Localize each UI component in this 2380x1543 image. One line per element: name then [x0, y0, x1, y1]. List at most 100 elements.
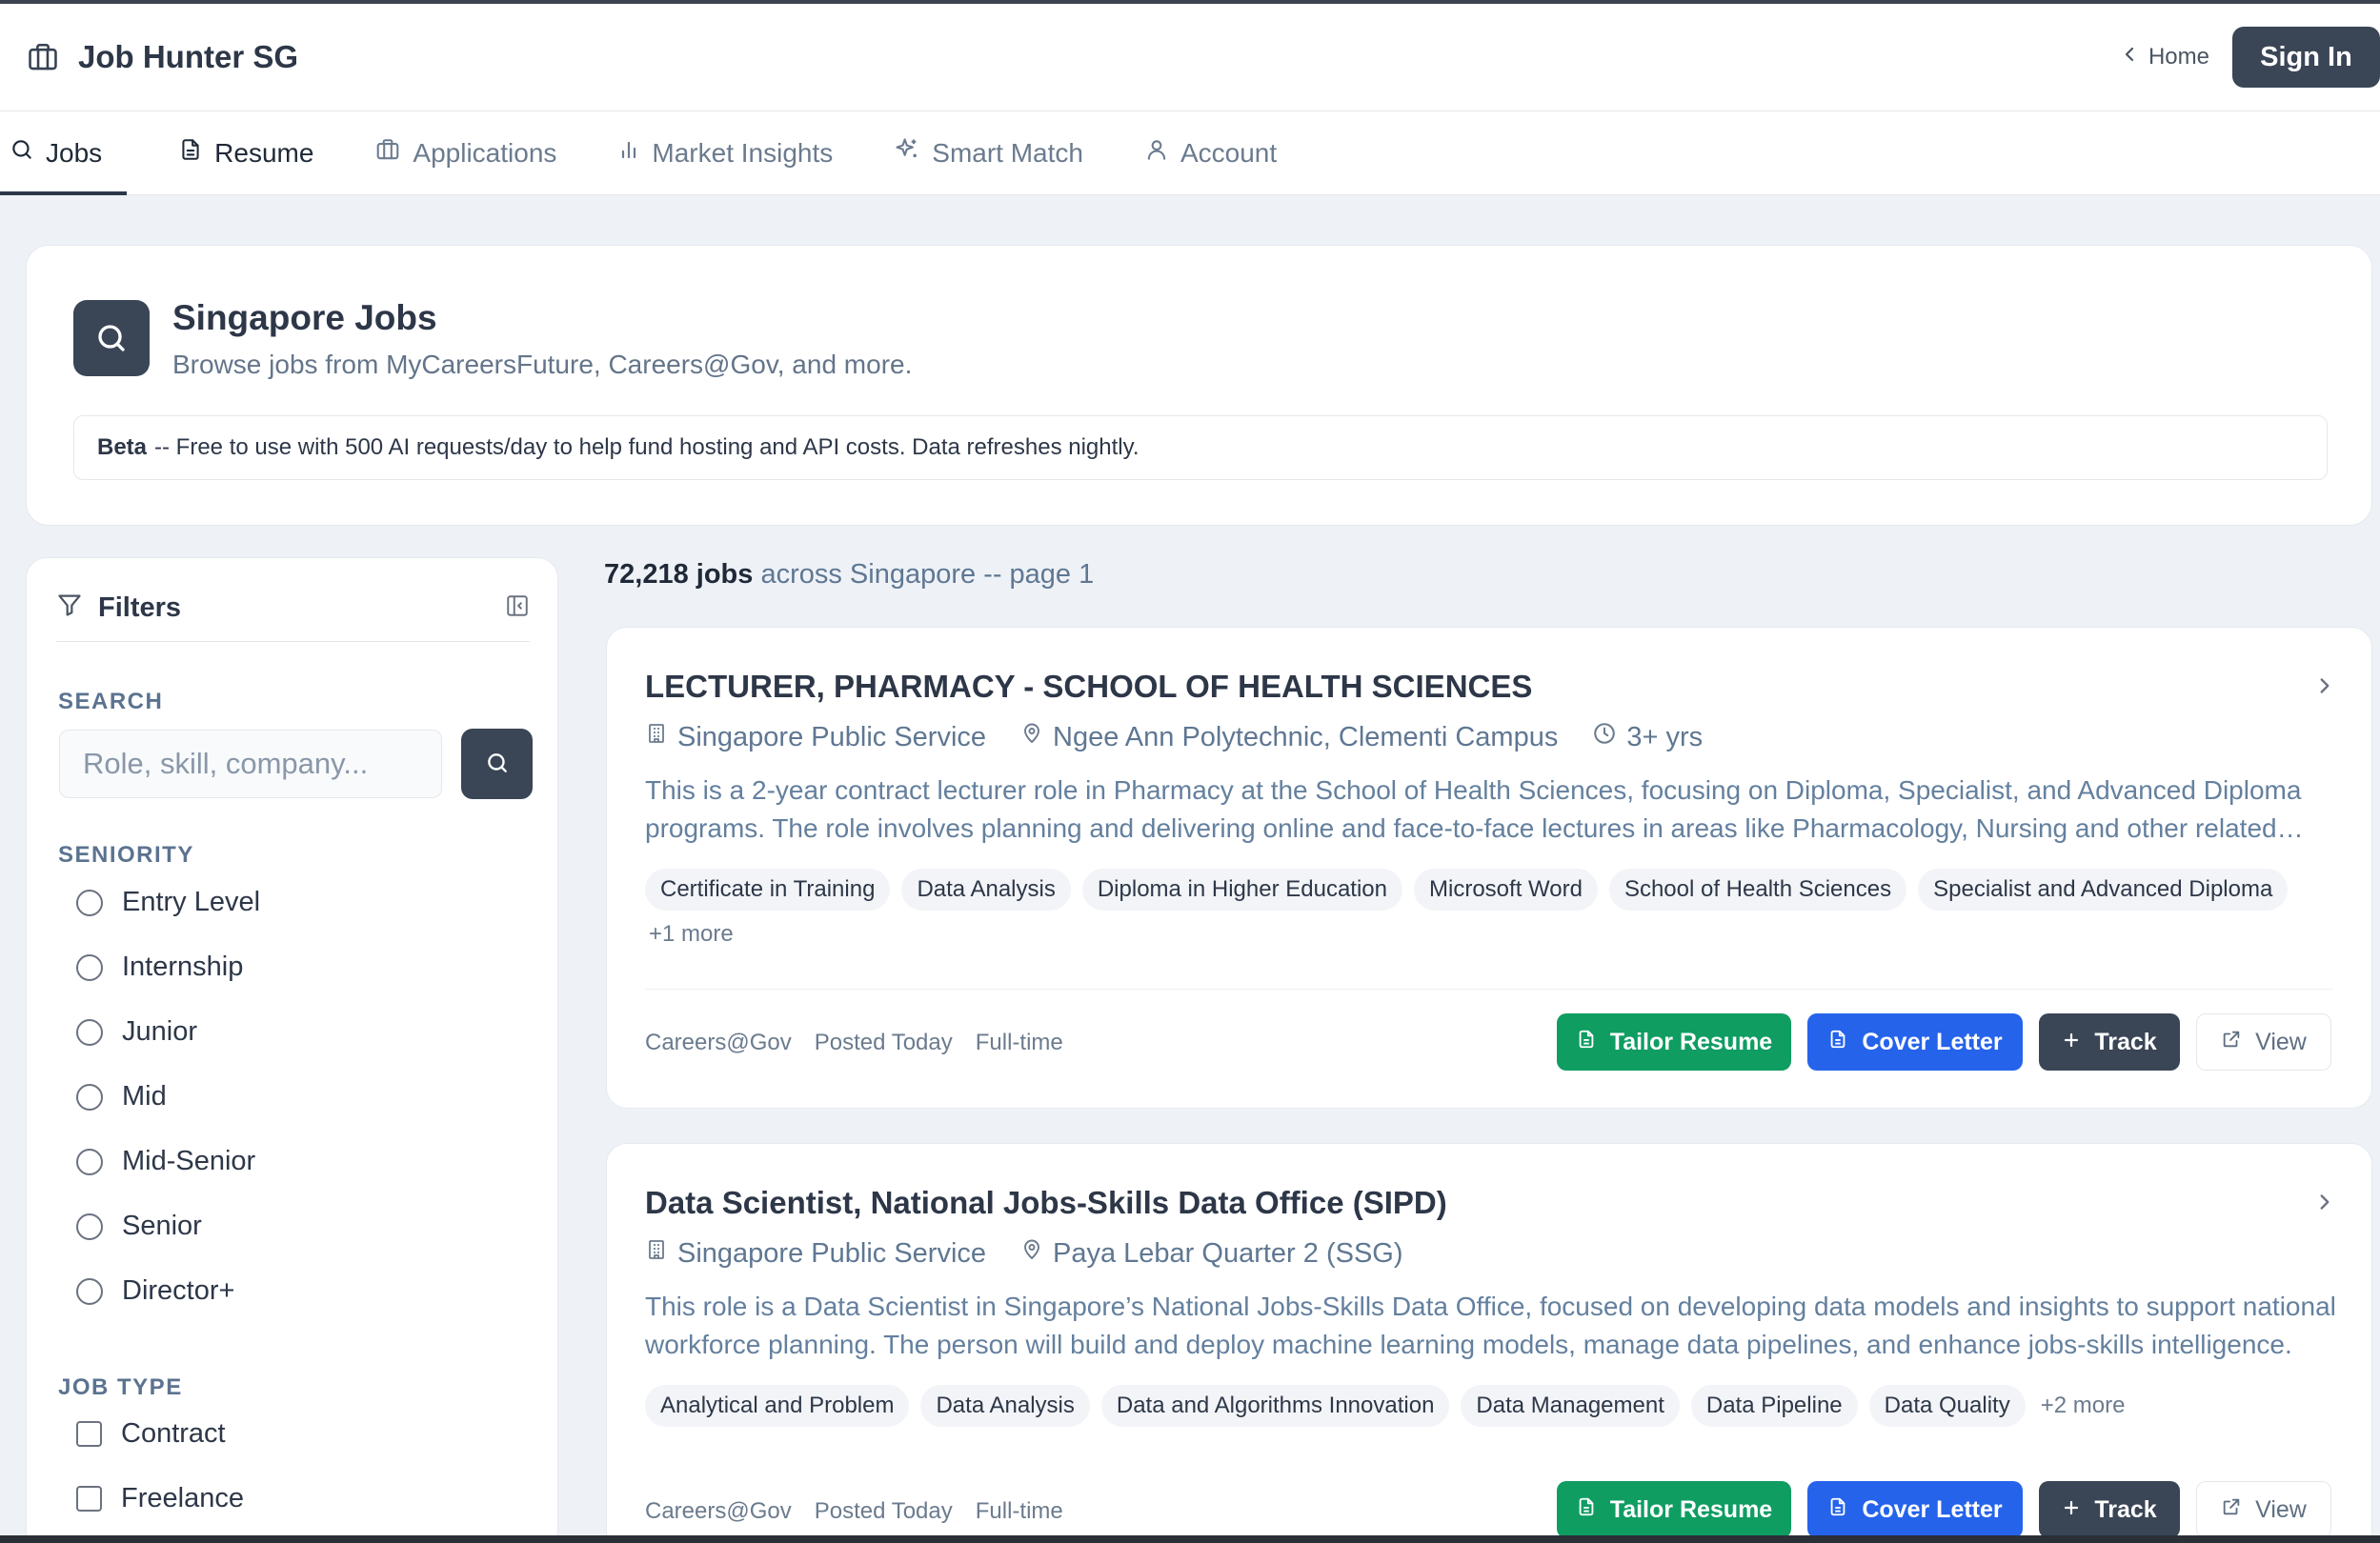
tab-label: Applications: [413, 137, 557, 168]
job-card[interactable]: Data Scientist, National Jobs-Skills Dat…: [606, 1143, 2372, 1543]
skill-tag: Data Analysis: [901, 869, 1071, 911]
job-type-option-contract[interactable]: Contract: [76, 1418, 226, 1450]
filters-header: Filters: [56, 592, 530, 642]
chevron-left-icon: [2122, 44, 2137, 70]
view-button[interactable]: View: [2196, 1481, 2331, 1538]
radio-button[interactable]: [76, 1212, 103, 1240]
tailor-resume-button[interactable]: Tailor Resume: [1557, 1013, 1791, 1071]
job-footer-meta: Careers@Gov Posted Today Full-time: [645, 1498, 1063, 1525]
search-icon: [485, 751, 510, 778]
tab-applications[interactable]: Applications: [365, 111, 566, 194]
tailor-resume-button[interactable]: Tailor Resume: [1557, 1481, 1791, 1538]
job-meta: Singapore Public Service Paya Lebar Quar…: [645, 1237, 1438, 1270]
clock-icon: [1592, 721, 1617, 753]
document-icon: [1576, 1495, 1597, 1525]
sign-in-button[interactable]: Sign In: [2232, 27, 2380, 88]
plus-icon: [2062, 1496, 2081, 1524]
map-pin-icon: [1020, 721, 1043, 753]
option-label: Freelance: [121, 1483, 244, 1513]
main-tabs: Jobs Resume Applications Market Insights…: [0, 111, 2380, 195]
more-tags-link[interactable]: +1 more: [645, 921, 737, 948]
job-location: Paya Lebar Quarter 2 (SSG): [1053, 1237, 1403, 1269]
tab-market-insights[interactable]: Market Insights: [608, 111, 842, 194]
job-company: Singapore Public Service: [677, 1237, 987, 1269]
seniority-option-director[interactable]: Director+: [76, 1275, 234, 1307]
collapse-panel-icon[interactable]: [505, 593, 530, 623]
radio-button[interactable]: [76, 889, 103, 916]
option-label: Internship: [122, 952, 244, 982]
job-footer-meta: Careers@Gov Posted Today Full-time: [645, 1030, 1063, 1056]
radio-button[interactable]: [76, 1018, 103, 1046]
external-link-icon: [2221, 1029, 2242, 1056]
home-link-label: Home: [2148, 44, 2209, 70]
tab-label: Jobs: [46, 137, 103, 168]
radio-button[interactable]: [76, 953, 103, 981]
job-description: This role is a Data Scientist in Singapo…: [645, 1292, 2336, 1359]
seniority-option-internship[interactable]: Internship: [76, 952, 243, 983]
job-meta: Singapore Public Service Ngee Ann Polyte…: [645, 721, 1737, 753]
job-description: This is a 2-year contract lecturer role …: [645, 775, 2302, 843]
job-posted: Posted Today: [814, 1498, 953, 1524]
cover-letter-button[interactable]: Cover Letter: [1807, 1481, 2023, 1538]
tab-account[interactable]: Account: [1135, 111, 1286, 194]
window-bottom-border: [0, 1535, 2380, 1543]
job-title[interactable]: Data Scientist, National Jobs-Skills Dat…: [645, 1185, 1447, 1221]
document-icon: [178, 136, 203, 170]
seniority-option-senior[interactable]: Senior: [76, 1211, 202, 1242]
cover-letter-button[interactable]: Cover Letter: [1807, 1013, 2023, 1071]
radio-button[interactable]: [76, 1083, 103, 1111]
skill-tag: Data Pipeline: [1690, 1385, 1858, 1427]
beta-notice: Beta -- Free to use with 500 AI requests…: [73, 415, 2328, 480]
job-type-section-label: JOB TYPE: [58, 1374, 183, 1400]
job-card[interactable]: LECTURER, PHARMACY - SCHOOL OF HEALTH SC…: [606, 627, 2372, 1109]
bar-chart-icon: [617, 137, 640, 169]
radio-button[interactable]: [76, 1148, 103, 1175]
skill-tags: Certificate in Training Data Analysis Di…: [645, 869, 2350, 948]
option-label: Mid-Senior: [122, 1146, 256, 1176]
option-label: Entry Level: [122, 887, 261, 917]
option-label: Mid: [122, 1081, 167, 1112]
tab-resume[interactable]: Resume: [169, 111, 323, 194]
search-input[interactable]: [59, 730, 442, 798]
option-label: Director+: [122, 1275, 235, 1306]
button-label: Cover Letter: [1862, 1495, 2003, 1523]
checkbox[interactable]: [76, 1421, 102, 1447]
tab-smart-match[interactable]: Smart Match: [884, 111, 1093, 194]
skill-tag: Data Management: [1461, 1385, 1680, 1427]
seniority-option-junior[interactable]: Junior: [76, 1016, 197, 1048]
checkbox[interactable]: [76, 1486, 102, 1512]
chevron-right-icon[interactable]: [2316, 673, 2333, 703]
track-button[interactable]: Track: [2039, 1481, 2180, 1538]
job-experience: 3+ yrs: [1626, 721, 1704, 752]
seniority-option-mid[interactable]: Mid: [76, 1081, 167, 1112]
page-title: Singapore Jobs: [172, 298, 437, 337]
option-label: Junior: [122, 1016, 197, 1047]
more-tags-link[interactable]: +2 more: [2037, 1393, 2129, 1419]
job-source: Careers@Gov: [645, 1030, 792, 1055]
track-button[interactable]: Track: [2039, 1013, 2180, 1071]
beta-label: Beta: [97, 434, 148, 460]
home-link[interactable]: Home: [2122, 44, 2209, 70]
brand[interactable]: Job Hunter SG: [25, 39, 298, 75]
seniority-option-mid-senior[interactable]: Mid-Senior: [76, 1146, 255, 1177]
search-section-label: SEARCH: [58, 689, 164, 714]
seniority-option-entry-level[interactable]: Entry Level: [76, 887, 260, 918]
chevron-right-icon[interactable]: [2316, 1190, 2333, 1219]
hero-card: Singapore Jobs Browse jobs from MyCareer…: [26, 245, 2372, 526]
job-type-option-freelance[interactable]: Freelance: [76, 1483, 244, 1514]
skill-tag: Microsoft Word: [1414, 869, 1598, 911]
job-title[interactable]: LECTURER, PHARMACY - SCHOOL OF HEALTH SC…: [645, 669, 1532, 705]
view-button[interactable]: View: [2196, 1013, 2331, 1071]
search-button[interactable]: [461, 729, 533, 799]
job-actions: Tailor Resume Cover Letter Track View: [1557, 1013, 2331, 1071]
filters-panel: Filters SEARCH SENIORITY Entry Level Int…: [26, 557, 558, 1543]
filters-title: Filters: [98, 592, 182, 623]
tab-label: Resume: [214, 137, 314, 168]
skill-tags: Analytical and Problem Data Analysis Dat…: [645, 1385, 2350, 1427]
sparkles-icon: [894, 136, 920, 170]
tab-jobs[interactable]: Jobs: [0, 111, 128, 195]
radio-button[interactable]: [76, 1277, 103, 1305]
app-title: Job Hunter SG: [78, 39, 299, 74]
briefcase-icon: [25, 39, 61, 75]
results-count-suffix: across Singapore -- page 1: [760, 559, 1095, 590]
